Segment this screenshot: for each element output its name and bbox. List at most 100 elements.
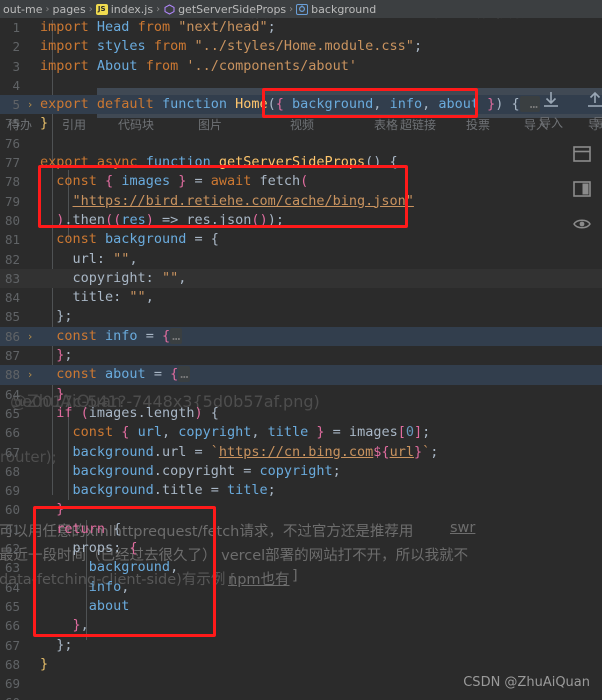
code-token: Home [235,96,268,113]
code-line[interactable]: 69 background.title = title; [0,481,602,500]
breadcrumb-item-label: out-me [3,2,43,16]
line-number: 64 [4,386,20,402]
code-token: res [121,211,146,228]
code-line[interactable]: 64 info, [0,578,602,597]
code-line[interactable]: 78 const { images } = await fetch( [0,172,602,191]
code-token: ` [210,443,219,460]
code-line[interactable]: 64 } [0,385,602,404]
code-token: , [80,617,89,634]
breadcrumb-item-background[interactable]: background [295,3,377,16]
line-number: 4 [12,77,20,93]
code-token: { [503,96,520,113]
code-line[interactable]: 82 url: "", [0,250,602,269]
code-line[interactable]: 75} [0,114,602,133]
code-line[interactable]: 60 [0,693,602,700]
code-token: background [105,231,187,248]
code-line[interactable]: 3 import About from '../components/about' [0,57,602,76]
code-token: , [145,289,154,306]
code-token: title [267,424,309,441]
code-token: => [161,211,187,228]
code-editor[interactable]: 1 import Head from "next/head"; 2 import st… [0,18,602,700]
right-icon-rail[interactable] [562,135,602,265]
code-token: url [161,443,187,460]
code-line[interactable]: 87 }; [0,346,602,365]
code-text: }; [36,307,72,326]
code-line[interactable]: 66 }, [0,616,602,635]
csdn-watermark: CSDN @ZhuAiQuan [463,675,590,690]
code-token: = [137,327,162,344]
code-token: ; [267,482,276,499]
code-line[interactable]: 60 } [0,500,602,519]
fold-chevron-icon[interactable]: › [24,95,36,114]
line-number: 65 [4,405,20,421]
code-token: title [226,482,268,499]
code-line[interactable]: 79 "https://bird.retiehe.com/cache/bing.… [0,192,602,211]
code-line[interactable]: 88 › const about = {… [0,365,602,385]
code-line[interactable]: 86 › const info = {… [0,326,602,347]
ghost-export-button[interactable]: 导 [584,90,602,131]
fold-chevron-icon[interactable]: › [24,365,36,384]
breadcrumb-item-out-me[interactable]: out-me [2,3,43,16]
code-line[interactable]: 81 const background = { [0,230,602,249]
code-text: export async function getServerSideProps… [36,153,398,172]
line-number: 68 [4,656,20,672]
code-line[interactable]: 61 return { [0,520,602,539]
code-token: about [88,597,130,614]
code-token: json [218,211,252,228]
line-number: 61 [4,521,20,537]
code-line[interactable]: 76 [0,134,602,153]
code-token: "" [113,250,130,267]
code-text: }; [36,636,72,655]
code-line[interactable]: 2 import styles from "../styles/Home.modu… [0,37,602,56]
code-token: background [72,462,154,479]
code-token: "" [161,269,179,286]
code-line[interactable]: 83 copyright: "", [0,268,602,289]
line-number: 78 [4,174,20,190]
code-line[interactable]: 63 background, [0,558,602,577]
code-token: About [96,57,138,74]
code-token: "" [129,289,146,306]
fold-chevron-icon[interactable]: › [24,327,36,346]
code-line[interactable]: 84 title: "", [0,288,602,307]
preview-eye-icon[interactable] [571,213,593,235]
code-token: , [373,96,390,113]
code-line[interactable]: 67 }; [0,636,602,655]
code-line[interactable]: 80 ).then((res) => res.json()); [0,211,602,230]
code-line[interactable]: 66 const { url, copyright, title } = ima… [0,423,602,442]
code-token: const [56,173,106,190]
code-line[interactable]: 68 background.copyright = copyright; [0,462,602,481]
code-line[interactable]: 85 }; [0,307,602,326]
code-token: } [40,655,49,672]
breadcrumb-item-pages[interactable]: pages [51,3,86,16]
code-line[interactable]: 67 background.url = `https://cn.bing.com… [0,443,602,462]
code-token: copyright [72,269,146,286]
code-line[interactable]: 5 › export default function Home({ backgro… [0,95,602,115]
code-token: url [72,250,97,267]
split-view-icon[interactable] [571,178,593,200]
code-token: , [161,424,179,441]
breadcrumb-separator: › [88,3,93,15]
breadcrumb-item-getserversideprops[interactable]: getServerSideProps [162,3,287,16]
code-line[interactable]: 65 if (images.length) { [0,404,602,423]
code-token: "https://bird.retiehe.com/cache/bing.jso… [72,192,414,209]
code-line[interactable]: 68} [0,655,602,674]
code-line[interactable]: 1 import Head from "next/head"; [0,18,602,37]
editor-window: 前端知识整理汇... 常用flex样式类最.. 5e0017c-541?-744… [0,0,602,700]
breadcrumb-item-index-js[interactable]: JS index.js [95,3,154,16]
code-line[interactable]: 77 export async function getServerSidePro… [0,153,602,172]
ghost-import-button[interactable]: 导入 [530,90,572,131]
code-token: } [478,96,496,113]
code-line[interactable]: 4 [0,76,602,95]
code-line[interactable]: 65 about [0,597,602,616]
code-text: import styles from "../styles/Home.modul… [36,37,422,56]
code-token: images [88,404,138,421]
code-token: : [96,250,114,267]
code-token: title [72,289,114,306]
panel-layout-icon[interactable] [571,143,593,165]
code-line[interactable]: 62 props: { [0,539,602,558]
